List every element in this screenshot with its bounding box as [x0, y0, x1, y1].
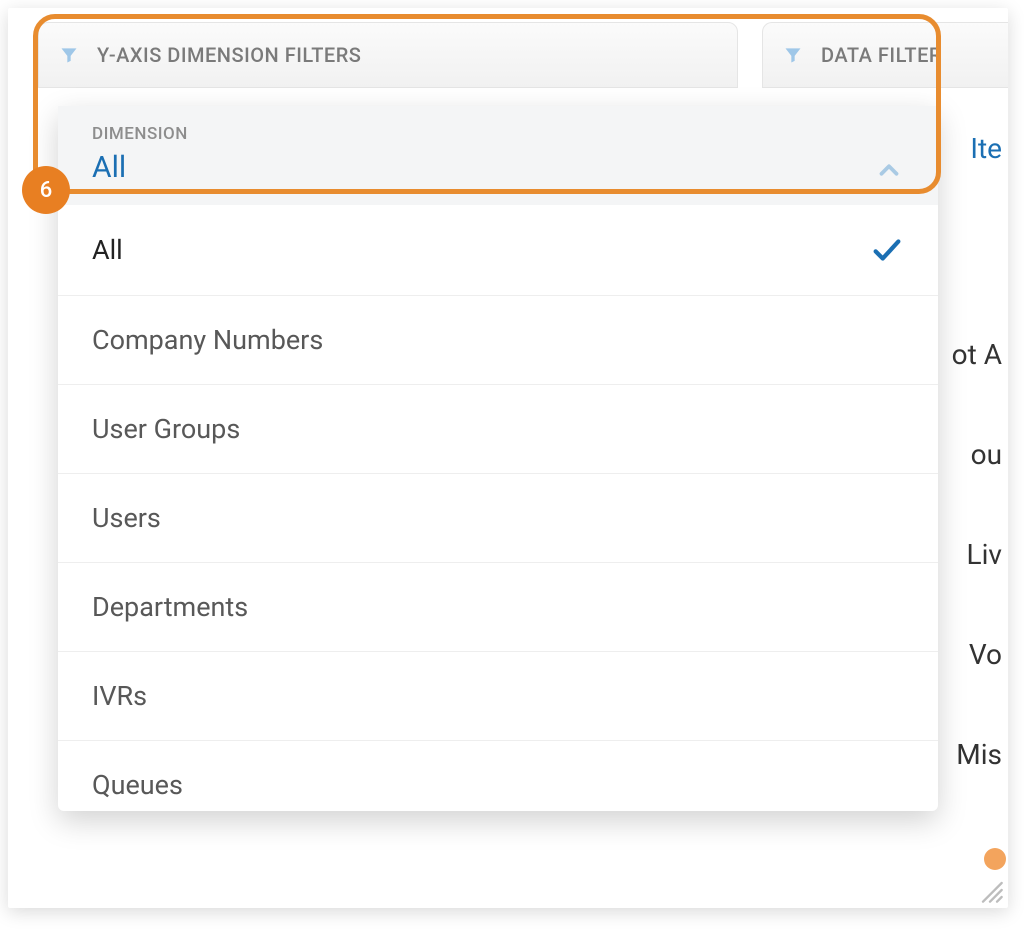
dimension-option-user-groups[interactable]: User Groups	[58, 385, 938, 474]
dimension-dropdown-header[interactable]: DIMENSION All	[58, 106, 938, 205]
tab-label: Y-AXIS DIMENSION FILTERS	[97, 43, 361, 67]
resize-grip-icon[interactable]	[976, 876, 1004, 904]
funnel-icon	[783, 45, 803, 65]
option-label: All	[92, 234, 123, 266]
check-icon	[870, 233, 904, 267]
option-label: Departments	[92, 591, 248, 623]
dimension-option-queues[interactable]: Queues	[58, 741, 938, 811]
dimension-header-text: DIMENSION All	[92, 124, 188, 185]
dimension-dropdown: DIMENSION All All Company Numbers User G…	[58, 106, 938, 811]
option-label: IVRs	[92, 680, 147, 712]
filter-dialog-canvas: Y-AXIS DIMENSION FILTERS DATA FILTER Ite…	[8, 8, 1008, 908]
dimension-option-departments[interactable]: Departments	[58, 563, 938, 652]
callout-badge: 6	[22, 166, 70, 214]
bg-row-partial: ou	[971, 438, 1002, 471]
orange-pill-partial	[984, 848, 1006, 870]
dimension-option-ivrs[interactable]: IVRs	[58, 652, 938, 741]
dimension-label: DIMENSION	[92, 124, 188, 144]
dimension-option-all[interactable]: All	[58, 205, 938, 296]
tab-label: DATA FILTER	[821, 43, 942, 67]
tab-yaxis-dimension-filters[interactable]: Y-AXIS DIMENSION FILTERS	[38, 22, 738, 88]
option-label: Company Numbers	[92, 324, 323, 356]
dimension-option-list: All Company Numbers User Groups Users De…	[58, 205, 938, 811]
option-label: Queues	[92, 769, 183, 801]
bg-row-partial: ot A	[952, 338, 1002, 371]
dimension-selected-value: All	[92, 150, 188, 185]
bg-row-partial: Vo	[969, 638, 1002, 671]
bg-row-partial: Mis	[956, 738, 1002, 771]
bg-row-partial: Liv	[967, 538, 1002, 571]
items-link-partial[interactable]: Ite	[970, 132, 1002, 165]
option-label: User Groups	[92, 413, 240, 445]
tab-data-filter[interactable]: DATA FILTER	[762, 22, 1008, 88]
chevron-up-icon	[874, 155, 904, 185]
dimension-option-company-numbers[interactable]: Company Numbers	[58, 296, 938, 385]
option-label: Users	[92, 502, 161, 534]
dimension-option-users[interactable]: Users	[58, 474, 938, 563]
callout-badge-number: 6	[40, 178, 53, 203]
funnel-icon	[59, 45, 79, 65]
filter-tabs: Y-AXIS DIMENSION FILTERS DATA FILTER	[38, 22, 1008, 90]
